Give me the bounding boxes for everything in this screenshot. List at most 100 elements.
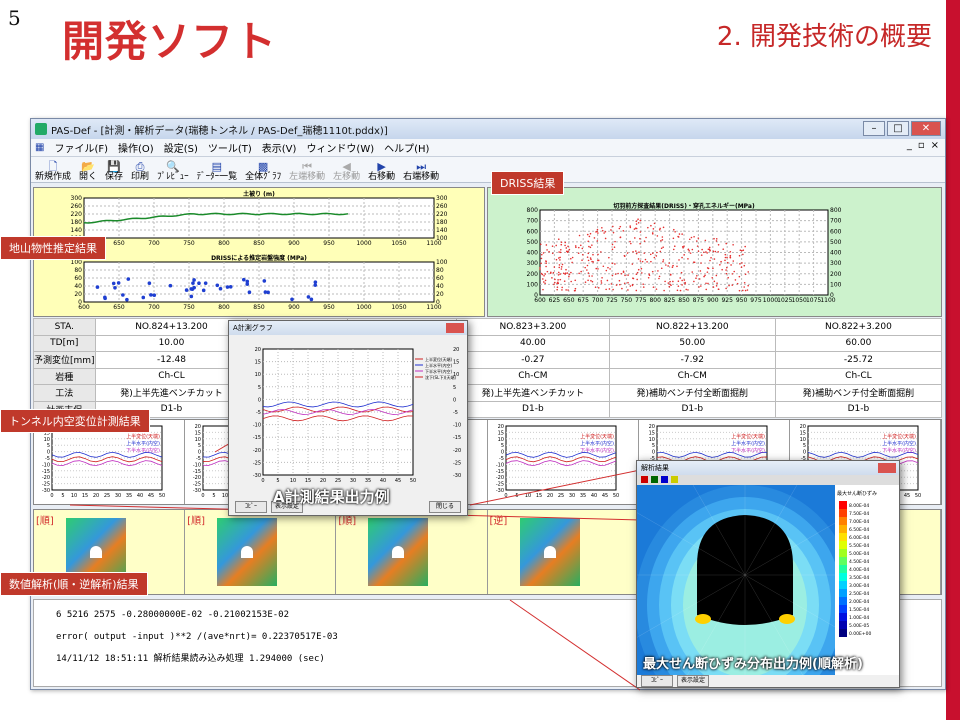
x-tick-label: 800 (218, 304, 230, 311)
x-tick-label: 850 (253, 304, 265, 311)
driss-point (714, 250, 717, 253)
driss-point (542, 252, 545, 254)
strength-point (218, 286, 223, 291)
driss-point (700, 285, 702, 287)
driss-point (661, 239, 664, 241)
toolbar-button-3[interactable]: ⎙ 印刷 (131, 161, 149, 182)
chart-title: 切羽前方探査結果(DRISS)・穿孔エネルギー(MPa) (613, 202, 755, 210)
x-tick-label: 900 (288, 304, 300, 311)
driss-point (560, 248, 562, 251)
toolbar-button-2[interactable]: 💾 保存 (105, 161, 123, 182)
driss-point (575, 246, 577, 249)
close-button[interactable]: ✕ (911, 121, 941, 136)
table-cell: Ch-CL (94, 367, 249, 385)
mdi-minimize-button[interactable]: _ (907, 140, 912, 151)
y-tick-label: 260 (71, 203, 83, 210)
toolbar-button-6[interactable]: ▩ 全体ｸﾞﾗﾌ (245, 161, 281, 182)
x-tick-label: 15 (535, 493, 541, 499)
driss-point (742, 253, 744, 256)
toolbar-button-4[interactable]: 🔍 ﾌﾟﾚﾋﾞｭｰ (157, 161, 189, 182)
x-tick-label: 650 (113, 304, 125, 311)
driss-point (715, 274, 718, 277)
driss-point (584, 281, 587, 283)
menu-item-1[interactable]: 操作(O) (118, 140, 154, 155)
driss-point (565, 247, 568, 249)
toolbar-button-7[interactable]: ⏮ 左端移動 (289, 161, 325, 182)
row-header: TD[m] (33, 334, 96, 352)
legend-swatch (839, 501, 847, 509)
driss-point (732, 243, 734, 246)
popup-a-titlebar: A計測グラフ (229, 321, 467, 335)
mdi-close-button[interactable]: × (931, 140, 939, 151)
y-tick-label: 15 (799, 430, 805, 436)
toolbar-label: ﾌﾟﾚﾋﾞｭｰ (157, 172, 189, 182)
analysis-type-label: [順] (187, 516, 205, 527)
popup-b-close-icon[interactable] (878, 463, 896, 473)
x-tick-label: 950 (323, 240, 335, 247)
x-tick-label: 700 (148, 240, 160, 247)
chart-title: 土被り (m) (243, 190, 275, 198)
toolbar-button-9[interactable]: ▶ 右移動 (368, 161, 395, 182)
strength-point (263, 290, 268, 294)
driss-point (681, 279, 683, 282)
driss-point (739, 263, 741, 265)
driss-point (618, 279, 621, 282)
menu-item-6[interactable]: ヘルプ(H) (384, 140, 429, 155)
mdi-restore-button[interactable]: ▫ (918, 140, 925, 151)
driss-point (601, 276, 603, 279)
menu-item-3[interactable]: ツール(T) (208, 140, 252, 155)
menu-item-4[interactable]: 表示(V) (262, 140, 297, 155)
y-tick-label: 0 (198, 450, 201, 456)
table-cell: 50.00 (608, 334, 776, 352)
driss-point (597, 259, 599, 262)
driss-point (619, 283, 621, 286)
minimize-button[interactable]: – (863, 121, 885, 136)
driss-point (661, 236, 664, 238)
x-tick-label: 950 (736, 297, 748, 304)
driss-point (747, 271, 750, 273)
x-tick-label: 25 (335, 478, 341, 484)
driss-point (739, 249, 742, 251)
driss-point (619, 225, 622, 228)
toolbar-button-10[interactable]: ⏭ 右端移動 (403, 160, 439, 182)
popup-a-copy-button[interactable]: ｺﾋﾟｰ (235, 501, 267, 513)
toolbar-button-8[interactable]: ◀ 左移動 (333, 161, 360, 182)
popup-a-close-icon[interactable] (446, 323, 464, 333)
driss-point (706, 252, 708, 254)
driss-point (647, 276, 650, 279)
popup-a-close-button[interactable]: 閉じる (429, 501, 461, 513)
driss-point (663, 289, 665, 292)
driss-point (557, 271, 560, 274)
driss-point (655, 288, 658, 290)
strength-point (290, 297, 294, 302)
driss-point (606, 279, 609, 282)
accent-bar (946, 0, 960, 720)
driss-point (664, 280, 666, 283)
toolbar-button-5[interactable]: ▤ ﾃﾞｰﾀｰ一覧 (197, 161, 238, 182)
driss-point (657, 270, 659, 272)
maximize-button[interactable]: □ (887, 121, 909, 136)
toolbar-button-1[interactable]: 📂 開く (79, 161, 97, 182)
driss-point (676, 265, 678, 268)
menu-item-2[interactable]: 設定(S) (164, 140, 198, 155)
popup-b-copy-button[interactable]: ｺﾋﾟｰ (641, 675, 673, 687)
driss-point (647, 226, 649, 229)
shear-strain-contour: 最大せん断ひずみ 8.00E-04 7.50E-04 7.00E-04 6.50E-04… (605, 435, 899, 720)
driss-point (564, 244, 566, 247)
y-tick-label: 5 (258, 385, 261, 391)
menu-item-5[interactable]: ウィンドウ(W) (306, 140, 374, 155)
driss-point (587, 272, 590, 274)
driss-point (683, 253, 685, 256)
legend-swatch (839, 629, 847, 637)
toolbar-button-0[interactable]: 🗋 新規作成 (35, 161, 71, 182)
driss-point (709, 250, 711, 252)
y-tick-label-right: 600 (830, 228, 842, 235)
driss-point (587, 259, 590, 262)
y-tick-label: 20 (255, 347, 261, 353)
popup-b-settings-button[interactable]: 表示設定 (677, 675, 709, 687)
popup-a-caption: A計測結果出力例 (273, 488, 390, 506)
driss-point (623, 282, 626, 285)
menu-item-0[interactable]: ファイル(F) (54, 140, 108, 155)
driss-point (683, 279, 686, 281)
last-icon: ⏭ (416, 160, 427, 173)
